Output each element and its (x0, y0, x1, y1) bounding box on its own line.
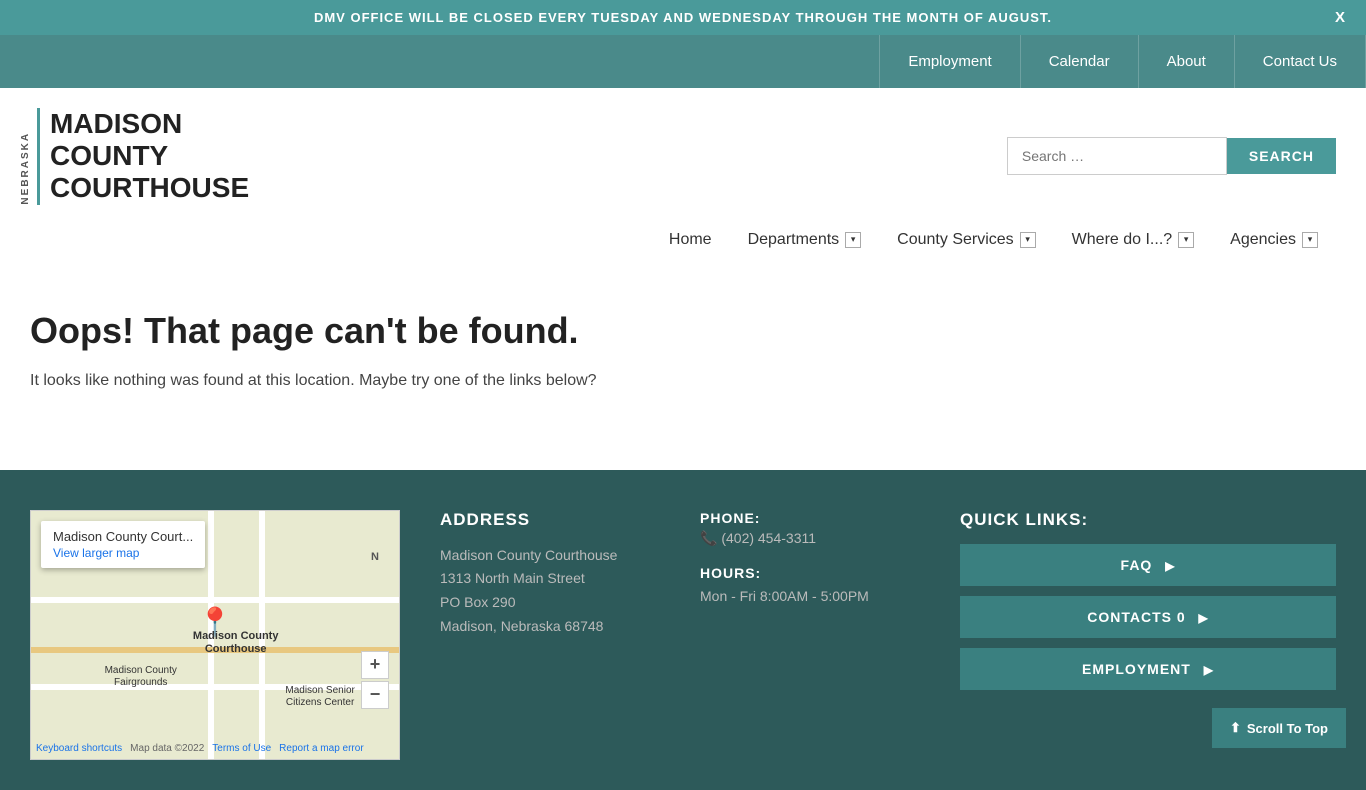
map-tooltip-name: Madison County Court... (53, 529, 193, 544)
site-header: NEBRASKA MADISON COUNTY COURTHOUSE SEARC… (0, 88, 1366, 215)
top-nav-calendar[interactable]: Calendar (1021, 35, 1139, 88)
quick-link-faq-label: FAQ (1121, 557, 1153, 573)
search-input[interactable] (1007, 137, 1227, 175)
content-area: Oops! That page can't be found. It looks… (0, 270, 1366, 470)
footer-phone-section: PHONE: 📞 (402) 454-3311 HOURS: Mon - Fri… (700, 510, 920, 609)
scroll-top-label: Scroll To Top (1247, 721, 1328, 736)
map-senior-2: Citizens Center (286, 697, 354, 708)
map-controls: + − (361, 651, 389, 709)
nav-departments-label: Departments (748, 231, 840, 249)
footer-quick-links-title: QUICK LINKS: (960, 510, 1336, 530)
footer-address-section: ADDRESS Madison County Courthouse 1313 N… (440, 510, 660, 639)
nav-home-label: Home (669, 231, 712, 249)
quick-link-contacts-label: CONTACTS 0 (1087, 609, 1185, 625)
logo-border (37, 108, 40, 205)
error-heading: Oops! That page can't be found. (30, 310, 1336, 352)
logo-sidebar-text: NEBRASKA (20, 108, 31, 205)
map-courthouse-label-2: Courthouse (205, 643, 267, 655)
map-report-link[interactable]: Report a map error (279, 743, 363, 754)
map-view-larger-link[interactable]: View larger map (53, 546, 193, 560)
map-courthouse-label: Madison County Courthouse (193, 630, 279, 656)
footer-address-text: Madison County Courthouse 1313 North Mai… (440, 544, 660, 639)
search-area: SEARCH (1007, 137, 1336, 175)
footer-phone-label: PHONE: (700, 510, 920, 526)
agencies-dropdown-icon: ▾ (1302, 232, 1318, 248)
site-footer: N 📍 Madison County Courthouse Madison Co… (0, 470, 1366, 790)
footer-quick-links-section: QUICK LINKS: FAQ ▶ CONTACTS 0 ▶ EMPLOYME… (960, 510, 1336, 700)
map-tooltip: Madison County Court... View larger map (41, 521, 205, 568)
top-nav-employment[interactable]: Employment (879, 35, 1020, 88)
nav-where-do-i[interactable]: Where do I...? ▾ (1054, 225, 1213, 255)
address-line-2: 1313 North Main Street (440, 570, 585, 586)
map-attribution: Keyboard shortcuts Map data ©2022 Terms … (36, 743, 364, 754)
quick-link-employment-label: EMPLOYMENT (1082, 661, 1191, 677)
nav-county-services[interactable]: County Services ▾ (879, 225, 1054, 255)
contacts-arrow-icon: ▶ (1199, 611, 1209, 625)
map-courthouse-label-1: Madison County (193, 630, 279, 642)
search-button[interactable]: SEARCH (1227, 138, 1336, 174)
phone-icon: 📞 (700, 530, 717, 546)
alert-text: DMV OFFICE WILL BE CLOSED EVERY TUESDAY … (314, 10, 1052, 25)
alert-banner: DMV OFFICE WILL BE CLOSED EVERY TUESDAY … (0, 0, 1366, 35)
map-keyboard-shortcuts-link[interactable]: Keyboard shortcuts (36, 743, 122, 754)
employment-arrow-icon: ▶ (1204, 663, 1214, 677)
logo-area: NEBRASKA MADISON COUNTY COURTHOUSE (20, 108, 249, 205)
county-services-dropdown-icon: ▾ (1020, 232, 1036, 248)
nav-agencies[interactable]: Agencies ▾ (1212, 225, 1336, 255)
nav-departments[interactable]: Departments ▾ (730, 225, 880, 255)
quick-link-contacts[interactable]: CONTACTS 0 ▶ (960, 596, 1336, 638)
footer-hours-label: HOURS: (700, 565, 920, 581)
quick-link-employment[interactable]: EMPLOYMENT ▶ (960, 648, 1336, 690)
where-do-i-dropdown-icon: ▾ (1178, 232, 1194, 248)
departments-dropdown-icon: ▾ (845, 232, 861, 248)
main-nav: Home Departments ▾ County Services ▾ Whe… (0, 215, 1366, 270)
map-fairgrounds-2: Fairgrounds (114, 677, 167, 688)
address-line-1: Madison County Courthouse (440, 547, 617, 563)
scroll-to-top-button[interactable]: ⬆ Scroll To Top (1212, 708, 1346, 748)
faq-arrow-icon: ▶ (1165, 559, 1175, 573)
map-zoom-out-button[interactable]: − (361, 681, 389, 709)
top-nav: Employment Calendar About Contact Us (0, 35, 1366, 88)
nav-county-services-label: County Services (897, 231, 1014, 249)
logo-line2: COUNTY (50, 140, 168, 171)
address-line-4: Madison, Nebraska 68748 (440, 618, 603, 634)
nav-where-do-i-label: Where do I...? (1072, 231, 1173, 249)
top-nav-contact-us[interactable]: Contact Us (1235, 35, 1366, 88)
nav-home[interactable]: Home (651, 225, 730, 255)
map-zoom-in-button[interactable]: + (361, 651, 389, 679)
phone-number-text: (402) 454-3311 (721, 530, 816, 546)
map-terms-link[interactable]: Terms of Use (212, 743, 271, 754)
alert-close-button[interactable]: X (1335, 9, 1346, 26)
map-data-text: Map data ©2022 (130, 743, 204, 754)
map-compass: N (371, 551, 379, 563)
top-nav-about[interactable]: About (1139, 35, 1235, 88)
map-senior-label: Madison Senior Citizens Center (285, 685, 354, 709)
logo-line1: MADISON (50, 108, 182, 139)
footer-phone-number: 📞 (402) 454-3311 (700, 530, 920, 547)
footer-map: N 📍 Madison County Courthouse Madison Co… (30, 510, 400, 760)
logo-text: MADISON COUNTY COURTHOUSE (50, 108, 249, 205)
error-subtext: It looks like nothing was found at this … (30, 372, 1336, 390)
logo-line3: COURTHOUSE (50, 172, 249, 203)
nav-agencies-label: Agencies (1230, 231, 1296, 249)
footer-hours-text: Mon - Fri 8:00AM - 5:00PM (700, 585, 920, 609)
map-fairgrounds-label: Madison County Fairgrounds (105, 665, 177, 689)
quick-link-faq[interactable]: FAQ ▶ (960, 544, 1336, 586)
map-fairgrounds-1: Madison County (105, 665, 177, 676)
map-senior-1: Madison Senior (285, 685, 354, 696)
address-line-3: PO Box 290 (440, 594, 516, 610)
footer-address-title: ADDRESS (440, 510, 660, 530)
map-road-horizontal (31, 597, 399, 603)
scroll-top-icon: ⬆ (1230, 720, 1241, 736)
